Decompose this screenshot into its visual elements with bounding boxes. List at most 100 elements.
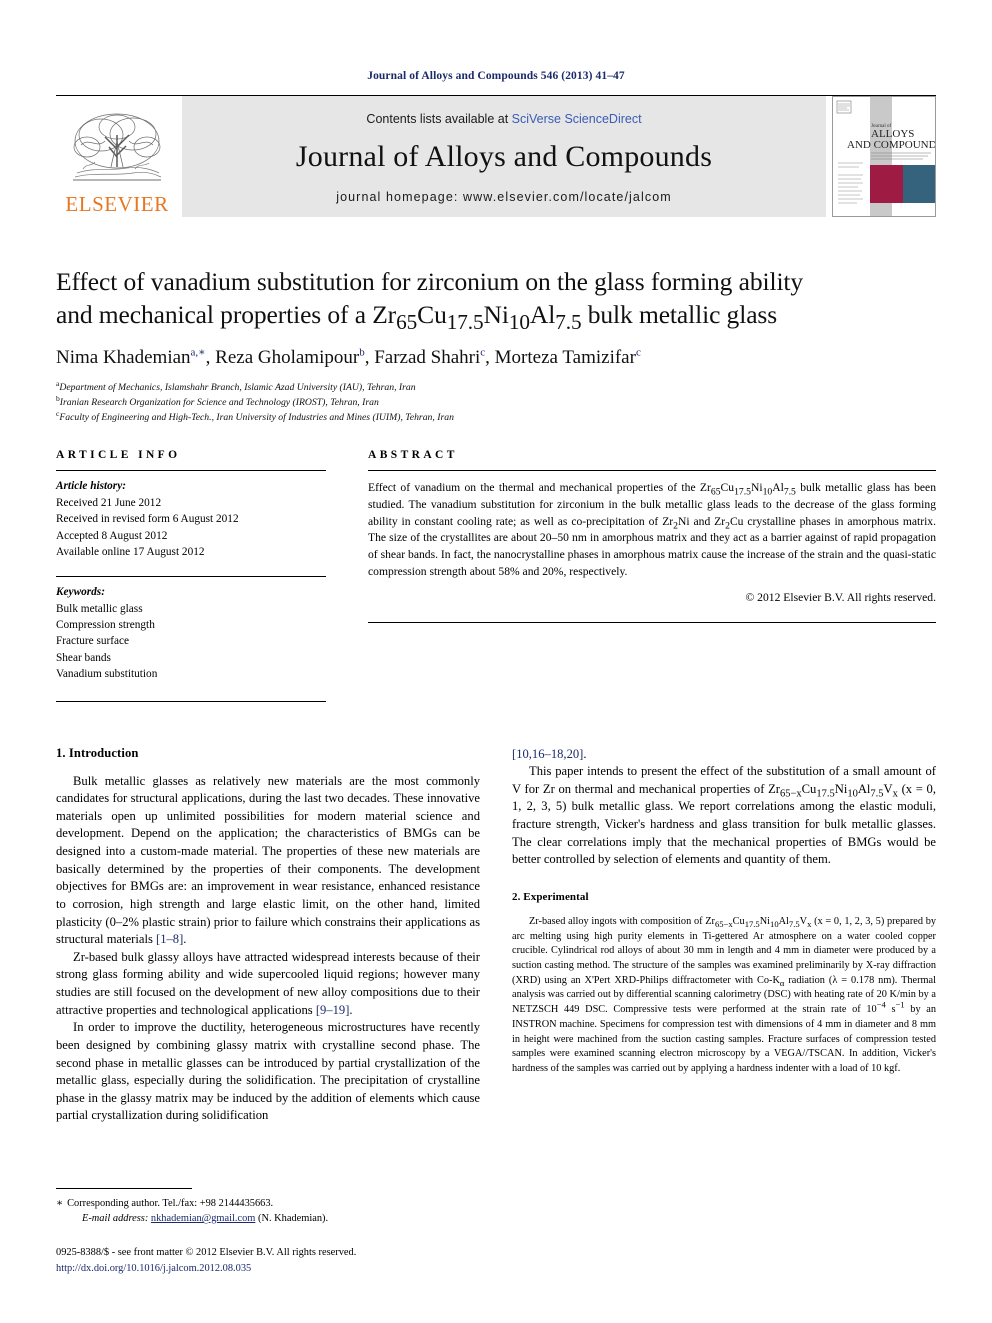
citation-ref[interactable]: [9–19]	[316, 1003, 350, 1017]
doi-link[interactable]: http://dx.doi.org/10.1016/j.jalcom.2012.…	[56, 1261, 476, 1277]
author-list: Nima Khademiana,∗, Reza Gholamipourb, Fa…	[56, 347, 936, 369]
abstract-seg: Effect of vanadium on the thermal and me…	[368, 481, 711, 495]
section-heading-experimental: 2. Experimental	[512, 890, 589, 903]
sciencedirect-link[interactable]: SciVerse ScienceDirect	[512, 112, 642, 126]
p-text: Bulk metallic glasses as relatively new …	[56, 773, 480, 947]
author-name: Nima Khademian	[56, 347, 191, 369]
email-label: E-mail address:	[82, 1213, 149, 1225]
author-affil-mark: c	[635, 346, 641, 359]
history-item: Available online 17 August 2012	[56, 545, 205, 558]
keyword-item: Compression strength	[56, 619, 155, 631]
title-line-2b: Cu	[417, 300, 447, 330]
p-end: .	[349, 1002, 353, 1017]
citation-ref[interactable]: [10,16–18,20]	[512, 747, 583, 761]
title-line-2d: Al	[529, 300, 556, 330]
author-sep: ,	[485, 347, 495, 369]
abstract-bottom-rule	[368, 621, 936, 623]
article-history-label: Article history:	[56, 480, 126, 493]
intro-paragraph-4: This paper intends to present the effect…	[512, 763, 936, 869]
elsevier-tree-icon	[71, 107, 163, 193]
p-text: Ni	[834, 781, 848, 796]
title-sub-zr: 65	[396, 310, 418, 335]
title-line-2c: Ni	[483, 300, 509, 330]
keywords-label: Keywords:	[56, 586, 105, 599]
formula-sub: 7.5	[870, 788, 884, 800]
email-link[interactable]: nkhademian@gmail.com	[151, 1213, 256, 1224]
formula-sub: 65−x	[779, 788, 802, 800]
keyword-item: Fracture surface	[56, 635, 130, 648]
p-text: V	[883, 781, 893, 796]
journal-cover-thumbnail: Journal of ALLOYS AND COMPOUNDS	[832, 96, 936, 217]
affiliation-list: aDepartment of Mechanics, Islamshahr Bra…	[56, 380, 936, 425]
keyword-item: Bulk metallic glass	[56, 602, 143, 615]
affiliation-item: bIranian Research Organization for Scien…	[56, 395, 936, 410]
formula-sub: 65−x	[714, 918, 733, 929]
intro-paragraph-1: Bulk metallic glasses as relatively new …	[56, 773, 480, 949]
contents-prefix: Contents lists available at	[366, 111, 512, 126]
journal-band: Contents lists available at SciVerse Sci…	[182, 96, 826, 217]
title-block: Effect of vanadium substitution for zirc…	[56, 265, 936, 425]
footnote-area: ∗ Corresponding author. Tel./fax: +98 214…	[56, 1187, 476, 1277]
p-text: Zr-based bulk glassy alloys have attract…	[56, 949, 480, 1017]
history-item: Received 21 June 2012	[56, 496, 162, 509]
formula-sub: 10	[847, 788, 858, 800]
author-name: Farzad Shahri	[374, 347, 481, 369]
elsevier-logo: ELSEVIER	[56, 96, 178, 217]
body-columns: 1. Introduction Bulk metallic glasses as…	[56, 746, 936, 1126]
asterisk-icon: ∗	[56, 1197, 64, 1209]
title-sub-al: 7.5	[555, 310, 582, 335]
svg-text:AND COMPOUNDS: AND COMPOUNDS	[847, 139, 935, 151]
corresponding-author-note: ∗ Corresponding author. Tel./fax: +98 214…	[56, 1196, 476, 1212]
keywords-block: Keywords: Bulk metallic glass Compressio…	[56, 577, 326, 682]
formula-sub: 17.5	[816, 788, 835, 800]
abstract-column: ABSTRACT Effect of vanadium on the therm…	[346, 449, 936, 701]
info-abstract-region: ARTICLE INFO Article history: Received 2…	[56, 449, 936, 702]
p-text: Al	[778, 915, 789, 927]
article-info-heading: ARTICLE INFO	[56, 449, 181, 462]
contents-available-line: Contents lists available at SciVerse Sci…	[366, 112, 641, 126]
p-text: In order to improve the ductility, heter…	[56, 1020, 480, 1123]
title-line-2e: bulk metallic glass	[581, 300, 778, 330]
formula-sub: 10	[770, 918, 779, 929]
p-text: Al	[857, 781, 871, 796]
history-item: Received in revised form 6 August 2012	[56, 513, 239, 526]
abstract-seg: Al	[772, 481, 784, 495]
affiliation-item: aDepartment of Mechanics, Islamshahr Bra…	[56, 380, 936, 395]
keyword-item: Vanadium substitution	[56, 668, 158, 681]
p-text: Zr-based alloy ingots with composition o…	[529, 915, 715, 927]
experimental-paragraph-1: Zr-based alloy ingots with composition o…	[512, 915, 936, 1077]
journal-homepage[interactable]: journal homepage: www.elsevier.com/locat…	[336, 190, 672, 204]
intro-paragraph-3-part1: In order to improve the ductility, heter…	[56, 1019, 480, 1125]
affiliation-text: Department of Mechanics, Islamshahr Bran…	[59, 382, 416, 394]
title-sub-ni: 10	[508, 310, 530, 335]
abstract-copyright: © 2012 Elsevier B.V. All rights reserved…	[745, 590, 936, 604]
footer-block: 0925-8388/$ - see front matter © 2012 El…	[56, 1245, 476, 1277]
section-heading-introduction: 1. Introduction	[56, 745, 139, 760]
formula-sub: 17.5	[744, 918, 760, 929]
abstract-seg: Ni	[750, 481, 763, 495]
title-line-1: Effect of vanadium substitution for zirc…	[56, 267, 804, 296]
abstract-sub: 7.5	[783, 486, 796, 498]
author-sep: ,	[364, 347, 375, 369]
p-text: Cu	[732, 915, 745, 927]
p-end: .	[583, 746, 587, 761]
citation-ref[interactable]: [1–8]	[156, 932, 183, 946]
article-info-column: ARTICLE INFO Article history: Received 2…	[56, 449, 346, 702]
right-column: [10,16–18,20]. This paper intends to pre…	[512, 746, 936, 1126]
abstract-sub: 10	[762, 486, 773, 498]
info-bottom-rule	[56, 700, 326, 702]
abstract-heading: ABSTRACT	[368, 449, 458, 462]
author-name: Reza Gholamipour	[215, 347, 360, 369]
email-note: E-mail address: nkhademian@gmail.com (N.…	[56, 1211, 476, 1227]
abstract-seg: Cu	[720, 481, 735, 495]
article-first-page: Journal of Alloys and Compounds 546 (201…	[0, 0, 992, 1323]
cover-artwork-icon: Journal of ALLOYS AND COMPOUNDS	[833, 97, 935, 216]
formula-sup: −1	[895, 999, 905, 1010]
abstract-sub: 17.5	[734, 486, 751, 498]
left-column: 1. Introduction Bulk metallic glasses as…	[56, 746, 480, 1126]
issn-copyright-line: 0925-8388/$ - see front matter © 2012 El…	[56, 1246, 357, 1258]
affiliation-text: Iranian Research Organization for Scienc…	[59, 397, 379, 409]
formula-sup: −4	[876, 999, 886, 1010]
